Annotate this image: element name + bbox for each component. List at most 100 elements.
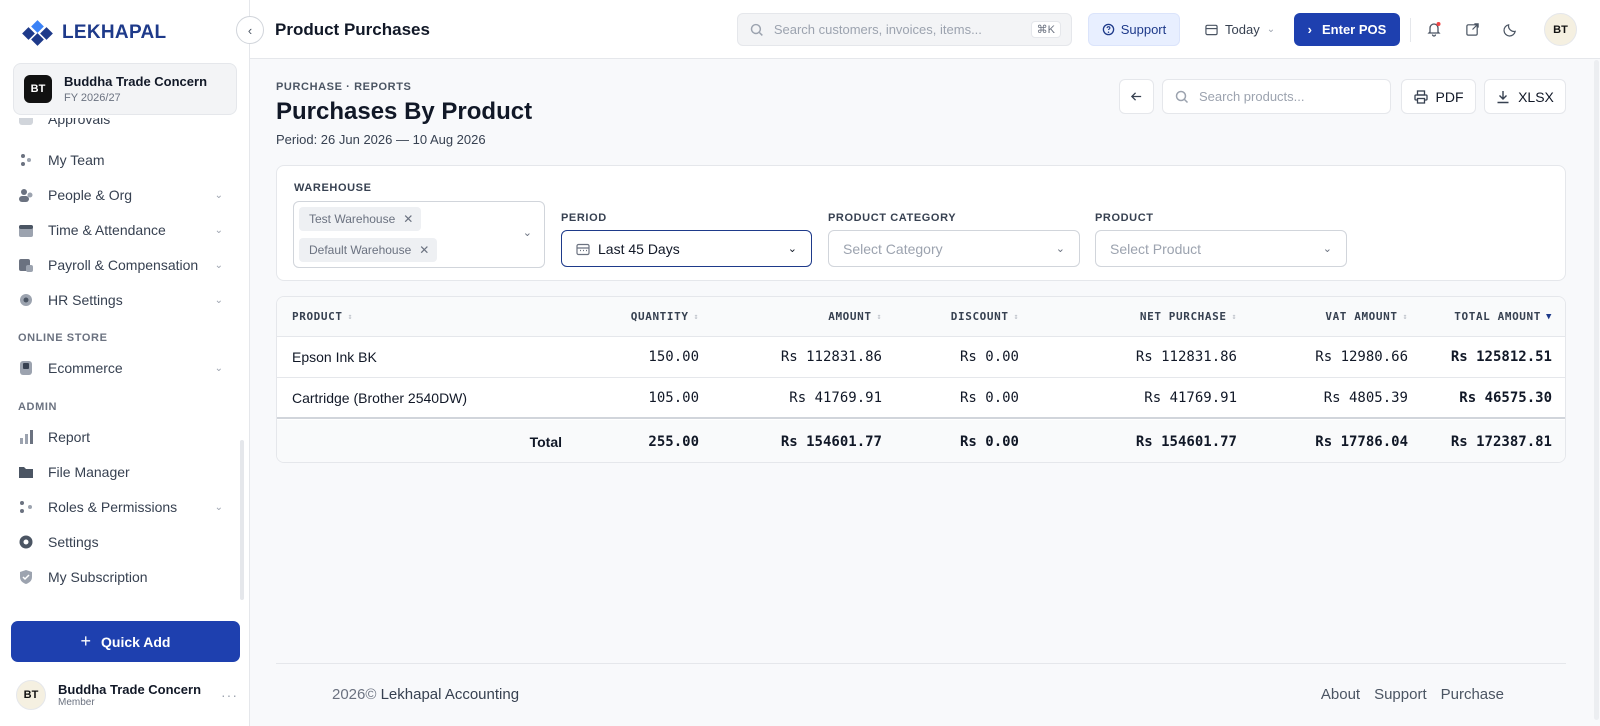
sidebar-item-people-org[interactable]: People & Org ⌄ <box>18 183 223 207</box>
product-label: PRODUCT <box>1095 212 1154 224</box>
export-xlsx-button[interactable]: XLSX <box>1484 79 1566 114</box>
sort-icon: ↕ <box>1402 312 1408 321</box>
column-header-vat-amount[interactable]: VAT AMOUNT ↕ <box>1237 297 1408 336</box>
back-button[interactable] <box>1119 79 1154 114</box>
product-search[interactable] <box>1162 79 1391 114</box>
enter-pos-button[interactable]: › Enter POS <box>1294 13 1400 46</box>
sort-icon: ↕ <box>347 312 353 321</box>
sidebar-item-approvals[interactable]: Approvals <box>18 118 223 131</box>
chevron-down-icon: ⌄ <box>214 189 223 201</box>
pdf-label: PDF <box>1435 88 1464 105</box>
section-admin: ADMIN <box>18 401 58 413</box>
plus-icon: + <box>80 631 91 651</box>
category-select[interactable]: Select Category ⌄ <box>828 230 1080 267</box>
grand-total: Rs 172387.81 <box>1450 434 1552 450</box>
sort-icon: ↕ <box>1013 312 1019 321</box>
quick-add-label: Quick Add <box>101 633 171 650</box>
global-search-input[interactable] <box>773 22 1021 37</box>
sidebar-nav: Approvals My Team People & Org ⌄ Time & … <box>0 118 238 608</box>
total-quantity: 255.00 <box>648 434 699 450</box>
calendar-icon <box>1205 24 1218 36</box>
footer-link-purchase[interactable]: Purchase <box>1441 686 1504 703</box>
quick-add-button[interactable]: + Quick Add <box>11 621 240 662</box>
table-row[interactable]: Cartridge (Brother 2540DW) 105.00 Rs 417… <box>277 378 1565 419</box>
discount-cell: Rs 0.00 <box>959 389 1019 406</box>
user-menu[interactable]: BT Buddha Trade Concern Member ··· <box>16 680 238 710</box>
more-icon[interactable]: ··· <box>221 687 238 703</box>
total-cell: Rs 46575.30 <box>1459 389 1552 406</box>
sidebar-item-label: Time & Attendance <box>48 222 166 238</box>
logo-icon <box>22 20 53 46</box>
sidebar-item-report[interactable]: Report <box>18 425 223 449</box>
enter-pos-label: Enter POS <box>1322 22 1387 37</box>
period-value: Last 45 Days <box>598 240 680 257</box>
sidebar-item-label: Settings <box>48 534 99 550</box>
sidebar-item-subscription[interactable]: My Subscription <box>18 565 223 589</box>
product-name: Cartridge (Brother 2540DW) <box>292 389 468 406</box>
sidebar-item-my-team[interactable]: My Team <box>18 148 223 172</box>
column-header-quantity[interactable]: QUANTITY ↕ <box>557 297 699 336</box>
chevron-down-icon: ⌄ <box>214 224 223 236</box>
sidebar-item-time-attendance[interactable]: Time & Attendance ⌄ <box>18 218 223 242</box>
sidebar: LEKHAPAL BT Buddha Trade Concern FY 2026… <box>0 0 250 726</box>
warehouse-multiselect[interactable]: Test Warehouse ✕ Default Warehouse ✕ ⌄ <box>293 201 545 268</box>
sidebar-item-file-manager[interactable]: File Manager <box>18 460 223 484</box>
export-pdf-button[interactable]: PDF <box>1401 79 1476 114</box>
company-name: Lekhapal Accounting <box>380 686 520 703</box>
page-title: Purchases By Product <box>276 98 533 125</box>
column-header-amount[interactable]: AMOUNT ↕ <box>717 297 882 336</box>
sidebar-item-hr-settings[interactable]: HR Settings ⌄ <box>18 288 223 312</box>
theme-toggle-button[interactable] <box>1500 19 1520 39</box>
column-header-total-amount[interactable]: TOTAL AMOUNT ▼ <box>1417 297 1552 336</box>
sidebar-item-label: File Manager <box>48 464 130 480</box>
total-label: Total <box>529 434 562 450</box>
footer-link-support[interactable]: Support <box>1374 686 1427 703</box>
chevron-down-icon: ⌄ <box>214 259 223 271</box>
net-purchase-cell: Rs 112831.86 <box>1135 349 1237 365</box>
product-select[interactable]: Select Product ⌄ <box>1095 230 1347 267</box>
calendar-icon <box>18 222 34 238</box>
copyright: 2026© Lekhapal Accounting <box>332 686 519 703</box>
sidebar-item-label: My Subscription <box>48 569 148 585</box>
period-select[interactable]: Last 45 Days ⌄ <box>561 230 812 267</box>
column-header-discount[interactable]: DISCOUNT ↕ <box>887 297 1019 336</box>
sidebar-item-label: My Team <box>48 152 105 168</box>
warehouse-chip: Test Warehouse ✕ <box>299 207 422 231</box>
chevron-right-icon: › <box>1307 22 1313 37</box>
fiscal-year: FY 2026/27 <box>64 92 121 104</box>
sidebar-scrollbar[interactable] <box>240 440 244 600</box>
column-header-net-purchase[interactable]: NET PURCHASE ↕ <box>1037 297 1237 336</box>
close-icon[interactable]: ✕ <box>403 212 413 226</box>
open-external-button[interactable] <box>1462 19 1482 39</box>
brand-logo[interactable]: LEKHAPAL <box>22 20 166 46</box>
support-button[interactable]: Support <box>1088 13 1180 46</box>
sidebar-item-roles[interactable]: Roles & Permissions ⌄ <box>18 495 223 519</box>
vat-cell: Rs 12980.66 <box>1315 349 1408 365</box>
org-switcher[interactable]: BT Buddha Trade Concern FY 2026/27 <box>13 63 237 115</box>
section-online-store: ONLINE STORE <box>18 332 108 344</box>
product-search-input[interactable] <box>1199 89 1379 104</box>
printer-icon <box>1413 89 1428 104</box>
global-search[interactable]: ⌘K <box>737 13 1072 46</box>
sidebar-item-ecommerce[interactable]: Ecommerce ⌄ <box>18 356 223 380</box>
avatar: BT <box>16 680 46 710</box>
sort-desc-icon: ▼ <box>1545 311 1552 322</box>
chevron-down-icon: ⌄ <box>522 227 532 239</box>
copyright-year: 2026© <box>332 686 377 703</box>
footer-link-about[interactable]: About <box>1321 686 1360 703</box>
main-scrollbar[interactable] <box>1594 60 1599 720</box>
brand-name: LEKHAPAL <box>62 22 167 43</box>
shortcut-badge: ⌘K <box>1030 21 1061 38</box>
table-row[interactable]: Epson Ink BK 150.00 Rs 112831.86 Rs 0.00… <box>277 337 1565 378</box>
org-avatar: BT <box>24 75 52 103</box>
notifications-button[interactable] <box>1424 19 1444 39</box>
close-icon[interactable]: ✕ <box>419 243 429 257</box>
collapse-sidebar-button[interactable]: ‹ <box>236 16 264 44</box>
sidebar-item-payroll[interactable]: Payroll & Compensation ⌄ <box>18 253 223 277</box>
arrow-left-icon <box>1130 92 1142 101</box>
date-range-selector[interactable]: Today ⌄ <box>1205 13 1285 46</box>
column-header-product[interactable]: PRODUCT ↕ <box>292 297 353 336</box>
sidebar-item-settings[interactable]: Settings <box>18 530 223 554</box>
gear-icon <box>18 292 34 308</box>
avatar[interactable]: BT <box>1544 13 1577 46</box>
